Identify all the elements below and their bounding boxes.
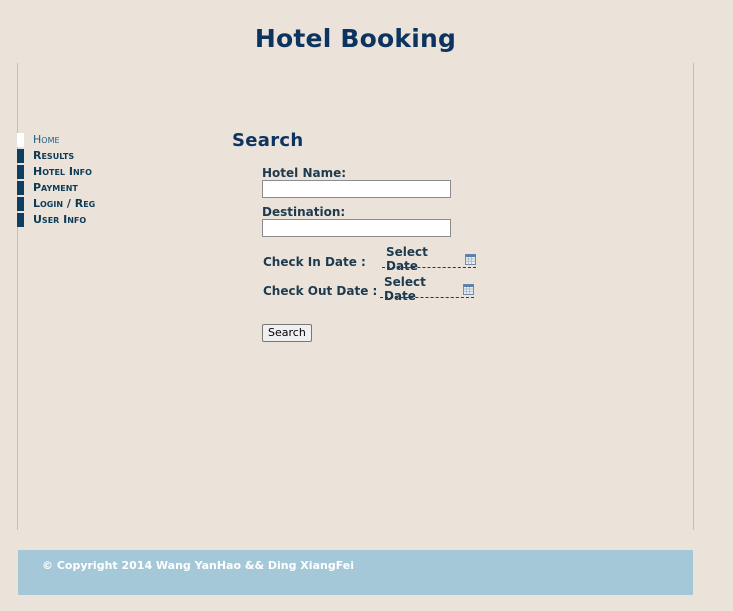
page: Hotel Booking Home Results Hotel Info Pa…	[0, 0, 733, 611]
destination-input[interactable]	[262, 219, 451, 237]
nav-item-results[interactable]: Results	[17, 148, 137, 164]
search-heading: Search	[232, 130, 304, 151]
nav-item-login-reg[interactable]: Login / Reg	[17, 196, 137, 212]
check-in-date-picker[interactable]: Select Date	[382, 245, 476, 273]
destination-label: Destination:	[262, 205, 346, 219]
search-button[interactable]: Search	[262, 324, 312, 342]
hotel-name-input[interactable]	[262, 180, 451, 198]
content-frame-right-border	[693, 63, 694, 530]
check-in-label: Check In Date :	[263, 255, 366, 269]
footer: © Copyright 2014 Wang YanHao && Ding Xia…	[18, 550, 693, 595]
check-out-date-value: Select Date	[384, 275, 426, 303]
check-in-date-value: Select Date	[386, 245, 428, 273]
side-nav: Home Results Hotel Info Payment Login / …	[17, 132, 137, 228]
nav-item-hotel-info[interactable]: Hotel Info	[17, 164, 137, 180]
hotel-name-label: Hotel Name:	[262, 166, 347, 180]
calendar-icon[interactable]	[463, 283, 474, 295]
copyright-text: © Copyright 2014 Wang YanHao && Ding Xia…	[42, 559, 354, 572]
calendar-icon[interactable]	[465, 253, 476, 265]
check-out-date-picker[interactable]: Select Date	[380, 275, 474, 303]
nav-item-home[interactable]: Home	[17, 132, 137, 148]
site-title: Hotel Booking	[254, 24, 457, 53]
nav-item-payment[interactable]: Payment	[17, 180, 137, 196]
check-out-label: Check Out Date :	[263, 284, 378, 298]
nav-item-user-info[interactable]: User Info	[17, 212, 137, 228]
